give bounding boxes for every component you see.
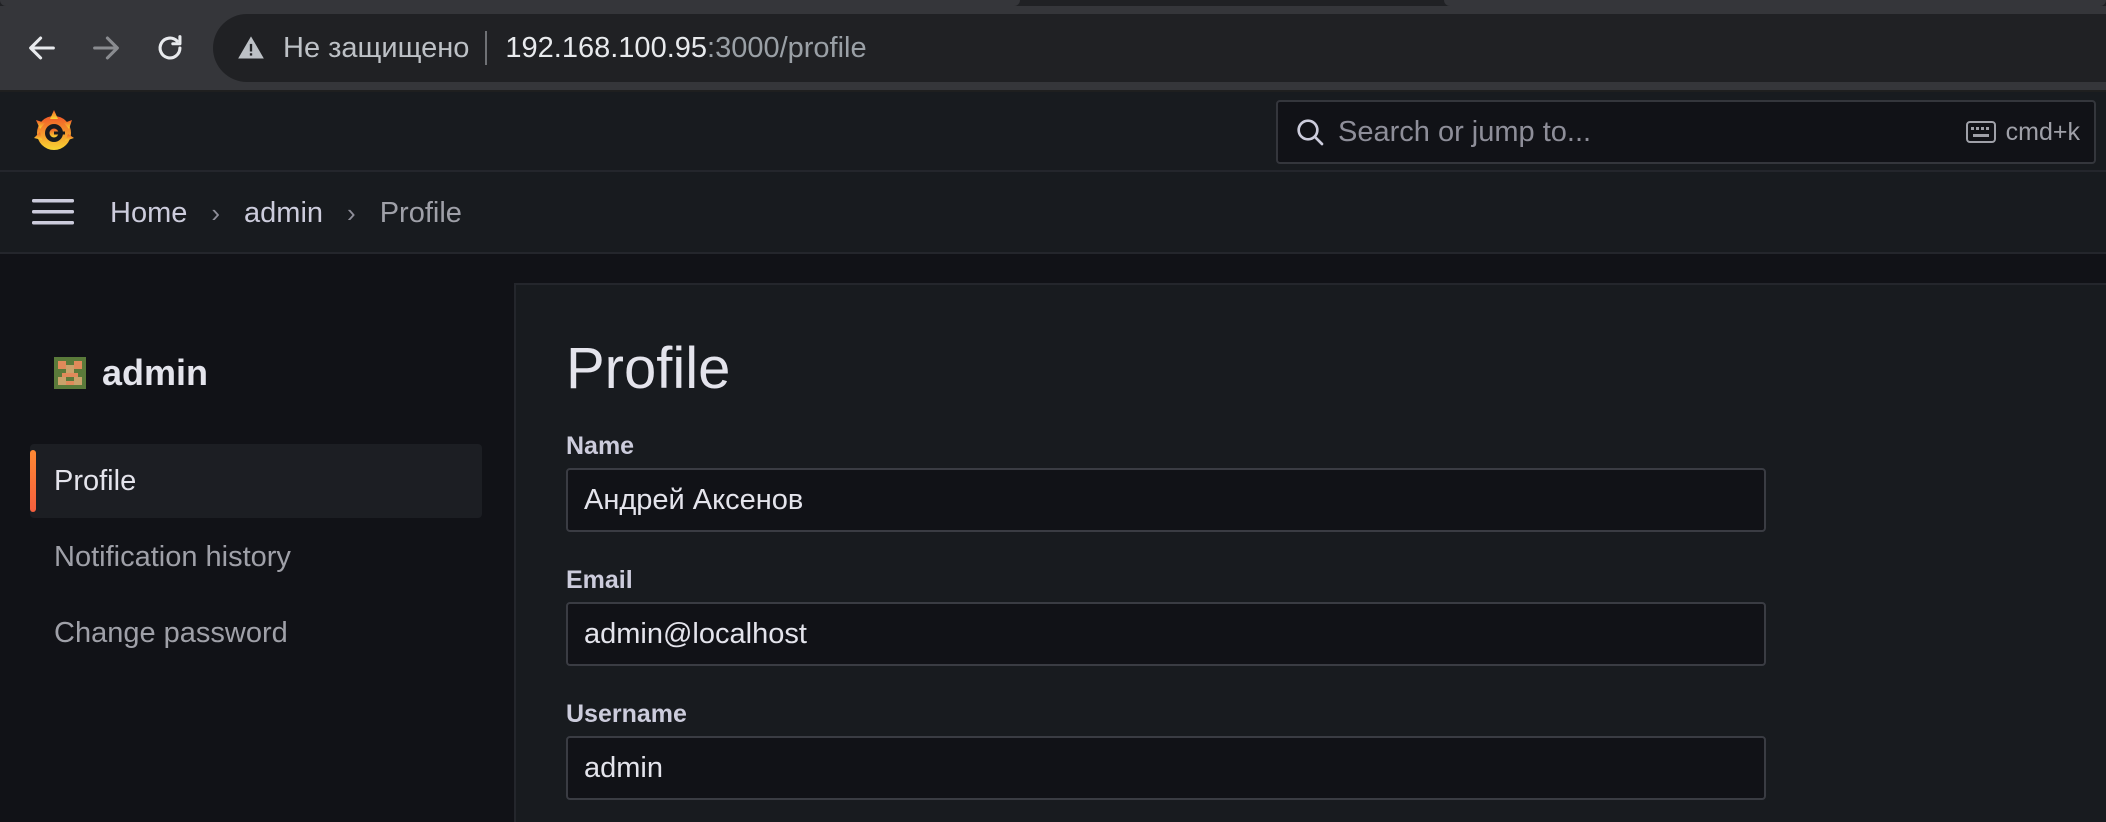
sidebar-item-notification-history[interactable]: Notification history bbox=[30, 520, 482, 594]
sidebar-user: admin bbox=[54, 352, 208, 394]
reload-icon bbox=[158, 35, 182, 60]
url-host[interactable]: 192.168.100.95 bbox=[505, 32, 707, 65]
name-label: Name bbox=[566, 432, 635, 460]
shortcut-label: cmd+k bbox=[2005, 117, 2080, 146]
reload-button[interactable] bbox=[144, 22, 196, 74]
tab-strip bbox=[0, 0, 2106, 6]
username-field[interactable] bbox=[566, 736, 1766, 800]
breadcrumb: Home › admin › Profile bbox=[110, 172, 462, 254]
sidebar-item-label: Change password bbox=[54, 616, 288, 649]
sidebar-item-profile[interactable]: Profile bbox=[30, 444, 482, 518]
avatar bbox=[54, 357, 86, 389]
sidebar-item-change-password[interactable]: Change password bbox=[30, 596, 482, 670]
sidebar-username: admin bbox=[102, 352, 209, 393]
email-field[interactable] bbox=[566, 602, 1766, 666]
warning-icon[interactable] bbox=[237, 34, 265, 62]
search-placeholder: Search or jump to... bbox=[1338, 115, 1592, 148]
breadcrumb-admin[interactable]: admin bbox=[244, 197, 323, 230]
sidebar-item-label: Notification history bbox=[54, 540, 291, 573]
chevron-right-icon: › bbox=[347, 197, 356, 228]
tab-edge-right[interactable] bbox=[1444, 0, 2106, 6]
profile-panel: Profile Name Email Username bbox=[514, 283, 2106, 822]
breadcrumb-bar: Home › admin › Profile bbox=[0, 172, 2106, 254]
keyboard-icon bbox=[1965, 121, 1996, 143]
menu-icon[interactable] bbox=[32, 194, 74, 230]
forward-button[interactable] bbox=[80, 22, 132, 74]
breadcrumb-home[interactable]: Home bbox=[110, 197, 187, 230]
name-field[interactable] bbox=[566, 468, 1766, 532]
sidebar-item-label: Profile bbox=[54, 464, 137, 497]
profile-sidebar: admin Profile Notification history Chang… bbox=[0, 256, 514, 822]
username-label: Username bbox=[566, 700, 687, 728]
breadcrumb-profile: Profile bbox=[379, 196, 462, 229]
address-divider bbox=[485, 31, 488, 65]
email-label: Email bbox=[566, 566, 633, 594]
grafana-logo[interactable] bbox=[30, 108, 78, 156]
browser-toolbar: Не защищено 192.168.100.95 :3000/profile bbox=[0, 0, 2106, 92]
tab-edge-left[interactable] bbox=[0, 0, 1020, 6]
url-path[interactable]: :3000/profile bbox=[707, 32, 867, 65]
back-button[interactable] bbox=[16, 22, 68, 74]
top-bar: Search or jump to... cmd+k bbox=[0, 92, 2106, 172]
search-icon bbox=[1297, 119, 1324, 146]
search-shortcut: cmd+k bbox=[1965, 117, 2094, 147]
address-bar[interactable]: Не защищено 192.168.100.95 :3000/profile bbox=[213, 14, 2106, 82]
chevron-right-icon: › bbox=[211, 197, 221, 228]
back-icon bbox=[29, 36, 55, 60]
security-label[interactable]: Не защищено bbox=[283, 32, 469, 65]
search-input[interactable]: Search or jump to... cmd+k bbox=[1276, 100, 2096, 164]
page-title: Profile bbox=[566, 336, 731, 401]
forward-icon bbox=[93, 36, 119, 60]
